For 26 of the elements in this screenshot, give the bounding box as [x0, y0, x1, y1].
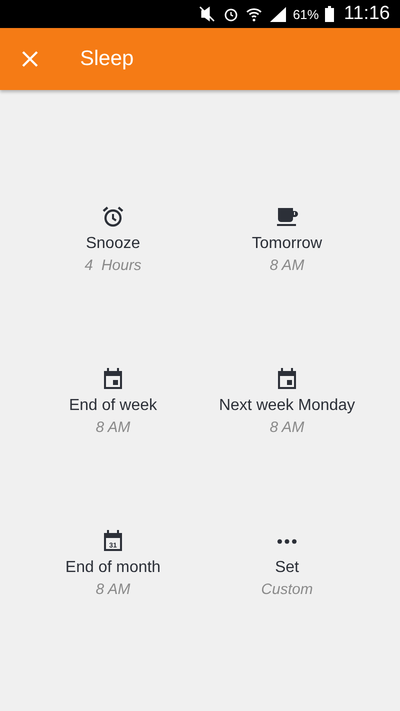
option-time: Custom — [261, 580, 313, 600]
option-label[interactable]: Snooze — [86, 233, 140, 255]
option-time: 8 AM — [96, 580, 130, 600]
option-label[interactable]: Next week Monday — [218, 395, 356, 417]
close-icon — [22, 51, 38, 67]
option-label[interactable]: End of month — [65, 557, 161, 579]
option-label[interactable]: End of week — [68, 395, 158, 417]
option-label[interactable]: Tomorrow — [252, 233, 322, 255]
battery-icon — [324, 6, 334, 22]
option-time: 8 AM — [270, 256, 304, 276]
option-time: 4 Hours — [84, 256, 142, 276]
alarm-icon — [222, 6, 239, 22]
calendar-icon — [275, 367, 299, 391]
signal-icon — [268, 6, 287, 22]
cup-icon — [275, 205, 299, 229]
mute-icon — [196, 6, 217, 22]
clock-time: 11:16 — [344, 3, 390, 25]
wifi-icon — [244, 6, 263, 22]
more-icon — [277, 539, 297, 544]
battery-percent: 61% — [292, 6, 319, 22]
option-label[interactable]: Set — [274, 557, 299, 579]
option-time: 8 AM — [270, 418, 304, 438]
screen-title: Sleep — [80, 47, 134, 71]
calendar-icon — [101, 367, 125, 391]
option-time: 8 AM — [96, 418, 130, 438]
alarm-clock-icon — [101, 205, 125, 229]
